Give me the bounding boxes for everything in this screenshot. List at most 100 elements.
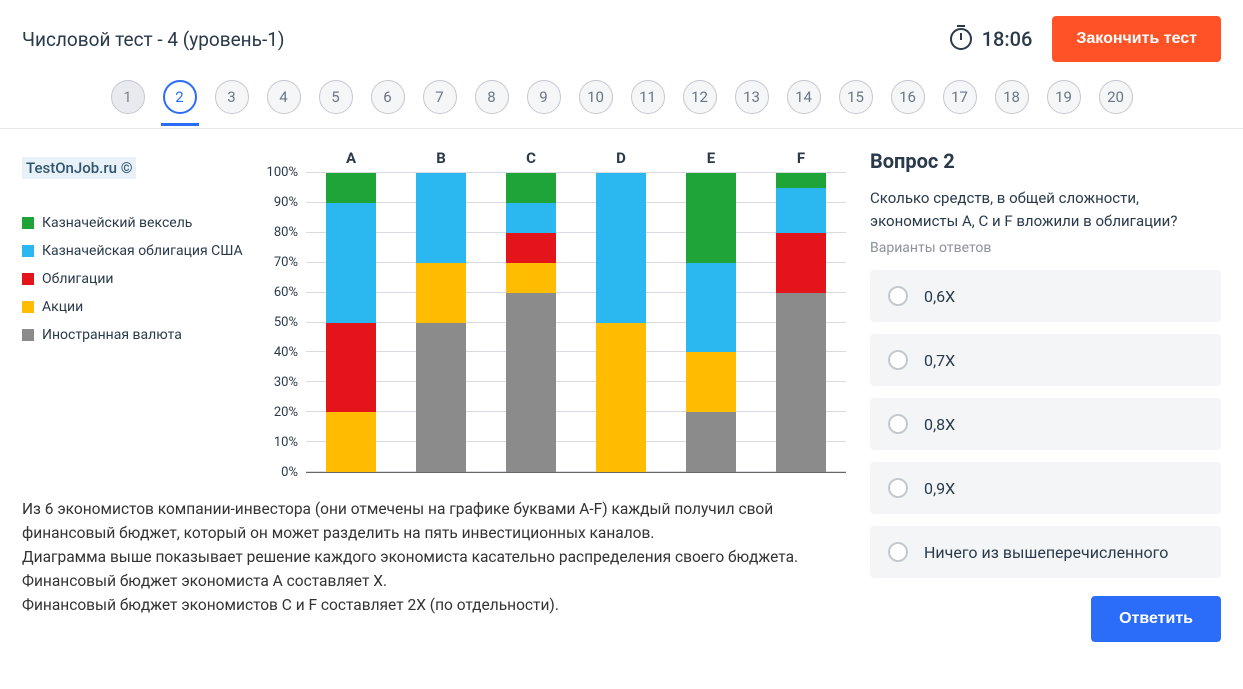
watermark: TestOnJob.ru ©: [22, 157, 136, 179]
bar-segment: [326, 203, 376, 323]
answer-row: Ответить: [870, 596, 1221, 642]
bar-segment: [416, 263, 466, 323]
nav-item-2[interactable]: 2: [163, 80, 197, 114]
bar-segment: [506, 203, 556, 233]
option-label: Ничего из вышеперечисленного: [924, 543, 1168, 562]
nav-item-3[interactable]: 3: [215, 80, 249, 114]
bar-segment: [596, 173, 646, 323]
nav-item-5[interactable]: 5: [319, 80, 353, 114]
legend-swatch: [22, 217, 34, 229]
bar-A: [326, 173, 376, 472]
nav-item-17[interactable]: 17: [943, 80, 977, 114]
category-label: F: [756, 149, 846, 167]
finish-test-button[interactable]: Закончить тест: [1052, 16, 1221, 62]
bar-segment: [776, 188, 826, 233]
legend-item: Акции: [22, 299, 252, 315]
nav-item-19[interactable]: 19: [1047, 80, 1081, 114]
nav-item-12[interactable]: 12: [683, 80, 717, 114]
options-list: 0,6X 0,7X 0,8X 0,9X Ничего из вышеперечислен…: [870, 270, 1221, 578]
bar-slot: [306, 173, 396, 472]
legend-swatch: [22, 245, 34, 257]
bar-segment: [776, 293, 826, 472]
option-label: 0,9X: [924, 479, 955, 498]
nav-item-10[interactable]: 10: [579, 80, 613, 114]
bar-F: [776, 173, 826, 472]
bar-segment: [506, 233, 556, 263]
nav-item-18[interactable]: 18: [995, 80, 1029, 114]
description-line: Диаграмма выше показывает решение каждог…: [22, 545, 812, 569]
answer-option[interactable]: Ничего из вышеперечисленного: [870, 526, 1221, 578]
chart-area: TestOnJob.ru © Казначейский вексельКазна…: [22, 149, 846, 473]
description-line: Финансовый бюджет экономиста А составляе…: [22, 569, 812, 593]
plot: 100%90%80%70%60%50%40%30%20%10%0%: [252, 173, 846, 473]
answer-option[interactable]: 0,7X: [870, 334, 1221, 386]
nav-item-16[interactable]: 16: [891, 80, 925, 114]
page-title: Числовой тест - 4 (уровень-1): [22, 28, 285, 51]
bar-D: [596, 173, 646, 472]
bar-segment: [416, 323, 466, 473]
answer-option[interactable]: 0,8X: [870, 398, 1221, 450]
option-label: 0,8X: [924, 415, 955, 434]
bar-segment: [686, 173, 736, 263]
legend-item: Иностранная валюта: [22, 327, 252, 343]
answer-option[interactable]: 0,6X: [870, 270, 1221, 322]
bar-segment: [506, 263, 556, 293]
description-line: Из 6 экономистов компании-инвестора (они…: [22, 497, 812, 545]
bar-E: [686, 173, 736, 472]
bar-segment: [326, 173, 376, 203]
radio-icon: [888, 286, 908, 306]
bar-slot: [756, 173, 846, 472]
bar-segment: [776, 233, 826, 293]
legend-item: Казначейская облигация США: [22, 243, 252, 259]
category-label: C: [486, 149, 576, 167]
header-right: 18:06 Закончить тест: [950, 16, 1221, 62]
radio-icon: [888, 478, 908, 498]
category-label: A: [306, 149, 396, 167]
answer-button[interactable]: Ответить: [1091, 596, 1221, 642]
answer-hint: Варианты ответов: [870, 240, 1221, 256]
bar-segment: [416, 173, 466, 263]
bar-segment: [506, 293, 556, 472]
nav-item-6[interactable]: 6: [371, 80, 405, 114]
timer-value: 18:06: [982, 27, 1033, 51]
option-label: 0,7X: [924, 351, 955, 370]
nav-item-8[interactable]: 8: [475, 80, 509, 114]
nav-item-7[interactable]: 7: [423, 80, 457, 114]
nav-item-9[interactable]: 9: [527, 80, 561, 114]
header: Числовой тест - 4 (уровень-1) 18:06 Зако…: [0, 0, 1243, 70]
nav-item-4[interactable]: 4: [267, 80, 301, 114]
legend-label: Казначейский вексель: [42, 215, 192, 231]
right-panel: Вопрос 2 Сколько средств, в общей сложно…: [870, 149, 1221, 642]
category-label: E: [666, 149, 756, 167]
nav-item-20[interactable]: 20: [1099, 80, 1133, 114]
main: TestOnJob.ru © Казначейский вексельКазна…: [0, 129, 1243, 662]
legend-item: Казначейский вексель: [22, 215, 252, 231]
bar-segment: [326, 323, 376, 413]
radio-icon: [888, 350, 908, 370]
legend-item: Облигации: [22, 271, 252, 287]
question-nav: 1234567891011121314151617181920: [0, 70, 1243, 129]
nav-item-11[interactable]: 11: [631, 80, 665, 114]
legend-label: Казначейская облигация США: [42, 243, 243, 259]
bar-slot: [486, 173, 576, 472]
bar-segment: [506, 173, 556, 203]
description-line: Финансовый бюджет экономистов С и F сост…: [22, 593, 812, 617]
option-label: 0,6X: [924, 287, 955, 306]
nav-item-15[interactable]: 15: [839, 80, 873, 114]
answer-option[interactable]: 0,9X: [870, 462, 1221, 514]
bar-slot: [576, 173, 666, 472]
legend-swatch: [22, 301, 34, 313]
legend-label: Акции: [42, 299, 83, 315]
bar-segment: [686, 412, 736, 472]
category-label: B: [396, 149, 486, 167]
legend-label: Облигации: [42, 271, 114, 287]
nav-item-13[interactable]: 13: [735, 80, 769, 114]
legend-label: Иностранная валюта: [42, 327, 182, 343]
bar-segment: [686, 352, 736, 412]
legend: Казначейский вексель Казначейская облигац…: [22, 215, 252, 343]
timer: 18:06: [950, 27, 1033, 51]
nav-item-1[interactable]: 1: [111, 80, 145, 114]
nav-item-14[interactable]: 14: [787, 80, 821, 114]
category-label: D: [576, 149, 666, 167]
bar-C: [506, 173, 556, 472]
